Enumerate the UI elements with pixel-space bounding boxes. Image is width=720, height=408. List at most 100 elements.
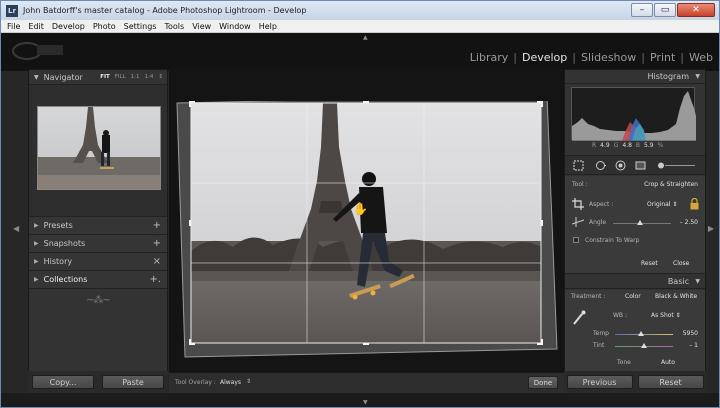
snapshots-label: Snapshots bbox=[43, 239, 86, 248]
expand-triangle-icon: ▶ bbox=[34, 240, 39, 247]
graduated-filter-icon[interactable] bbox=[635, 160, 646, 171]
window-title: John Batdorff's master catalog - Adobe P… bbox=[23, 6, 307, 15]
maximize-button[interactable]: ▭ bbox=[654, 3, 676, 17]
module-print[interactable]: Print bbox=[650, 51, 675, 64]
menu-view[interactable]: View bbox=[188, 22, 215, 31]
expand-triangle-icon: ▶ bbox=[34, 276, 39, 283]
aspect-lock-icon[interactable] bbox=[690, 198, 699, 210]
tint-slider-knob[interactable] bbox=[641, 343, 647, 348]
zoom-caret-icon[interactable]: ⇕ bbox=[158, 74, 163, 80]
history-section[interactable]: ▶ History × bbox=[29, 253, 167, 271]
readout-g-label: G bbox=[613, 142, 619, 149]
crop-reset-button[interactable]: Reset bbox=[641, 260, 658, 267]
menu-edit[interactable]: Edit bbox=[24, 22, 48, 31]
window-controls: – ▭ ✕ bbox=[631, 3, 715, 17]
expand-triangle-icon: ▶ bbox=[34, 258, 39, 265]
module-web[interactable]: Web bbox=[689, 51, 713, 64]
straighten-level-icon[interactable] bbox=[572, 217, 584, 227]
navigator-header[interactable]: ▼ Navigator FIT FILL 1:1 1:4 ⇕ bbox=[29, 70, 167, 85]
add-snapshot-icon[interactable]: + bbox=[153, 238, 161, 249]
crop-photo-view[interactable]: ✋ bbox=[173, 101, 559, 361]
angle-slider-knob[interactable] bbox=[636, 220, 643, 225]
collections-section[interactable]: ▶ Collections +. bbox=[29, 271, 167, 289]
histogram-graph bbox=[572, 91, 696, 142]
temp-slider-knob[interactable] bbox=[638, 331, 645, 336]
bottom-panel-toggle-icon[interactable]: ▼ bbox=[363, 399, 368, 406]
white-balance-eyedropper-icon[interactable] bbox=[572, 310, 586, 326]
module-separator: | bbox=[572, 51, 576, 64]
top-panel-toggle-icon[interactable]: ▲ bbox=[363, 34, 368, 41]
application-window: Lr John Batdorff's master catalog - Adob… bbox=[0, 0, 720, 408]
identity-logo-icon bbox=[12, 42, 63, 60]
menu-help[interactable]: Help bbox=[255, 22, 281, 31]
zoom-1-4[interactable]: 1:4 bbox=[145, 74, 154, 80]
collapse-triangle-icon: ▼ bbox=[695, 278, 700, 285]
reset-button[interactable]: Reset bbox=[637, 375, 704, 389]
collections-label: Collections bbox=[43, 275, 88, 284]
wb-select[interactable]: As Shot ⇕ bbox=[651, 312, 681, 319]
basic-header[interactable]: Basic ▼ bbox=[565, 275, 705, 289]
menu-settings[interactable]: Settings bbox=[120, 22, 161, 31]
svg-text:✋: ✋ bbox=[353, 202, 368, 216]
histogram-title: Histogram bbox=[647, 72, 690, 81]
navigator-title: Navigator bbox=[43, 72, 83, 82]
module-library[interactable]: Library bbox=[470, 51, 508, 64]
menu-photo[interactable]: Photo bbox=[89, 22, 120, 31]
dropdown-caret-icon[interactable]: ⇕ bbox=[246, 378, 251, 385]
treatment-label: Treatment : bbox=[571, 293, 606, 300]
menu-tools[interactable]: Tools bbox=[160, 22, 188, 31]
add-collection-icon[interactable]: +. bbox=[149, 274, 161, 285]
adjustment-brush-icon[interactable] bbox=[657, 160, 697, 171]
histogram-chart[interactable] bbox=[571, 87, 696, 142]
crop-close-button[interactable]: Close bbox=[673, 260, 689, 267]
close-window-button[interactable]: ✕ bbox=[677, 3, 715, 17]
paste-settings-button[interactable]: Paste bbox=[102, 375, 164, 389]
panel-end-ornament-icon: ~⁂~ bbox=[86, 295, 111, 306]
image-canvas[interactable]: ✋ bbox=[169, 69, 564, 372]
treatment-bw-option[interactable]: Black & White bbox=[655, 293, 697, 300]
zoom-fit[interactable]: FIT bbox=[100, 74, 110, 80]
tint-value[interactable]: – 1 bbox=[689, 342, 698, 349]
histogram-header[interactable]: Histogram ▼ bbox=[565, 70, 705, 84]
left-panel-toggle-icon[interactable]: ◀ bbox=[13, 224, 19, 233]
snapshots-section[interactable]: ▶ Snapshots + bbox=[29, 235, 167, 253]
constrain-to-warp-checkbox[interactable] bbox=[573, 237, 579, 243]
tool-overlay-select[interactable]: Always bbox=[220, 379, 241, 386]
minimize-button[interactable]: – bbox=[631, 3, 653, 17]
add-preset-icon[interactable]: + bbox=[153, 220, 161, 231]
previous-button[interactable]: Previous bbox=[566, 375, 633, 389]
constrain-to-warp-label: Constrain To Warp bbox=[585, 237, 640, 244]
menu-window[interactable]: Window bbox=[215, 22, 255, 31]
done-button[interactable]: Done bbox=[528, 376, 558, 389]
crop-frame-icon[interactable] bbox=[572, 198, 584, 210]
angle-value[interactable]: – 2.50 bbox=[680, 219, 698, 226]
menu-file[interactable]: File bbox=[1, 22, 24, 31]
navigator-zoom-options: FIT FILL 1:1 1:4 ⇕ bbox=[100, 74, 163, 80]
temp-value[interactable]: 5950 bbox=[683, 330, 698, 337]
presets-label: Presets bbox=[43, 221, 73, 230]
clear-history-icon[interactable]: × bbox=[153, 256, 161, 267]
menu-bar: File Edit Develop Photo Settings Tools V… bbox=[1, 20, 719, 33]
basic-title: Basic bbox=[667, 277, 689, 286]
navigator-thumbnail[interactable] bbox=[37, 106, 161, 190]
collapse-triangle-icon: ▼ bbox=[695, 73, 700, 80]
module-separator: | bbox=[513, 51, 517, 64]
right-panel-buttons: Previous Reset bbox=[564, 371, 706, 393]
tone-auto-button[interactable]: Auto bbox=[661, 359, 675, 366]
copy-settings-button[interactable]: Copy... bbox=[32, 375, 94, 389]
spot-removal-icon[interactable] bbox=[595, 160, 606, 171]
right-panel: Histogram ▼ R 4.9 G 4.8 B 5.9 % Tool: C… bbox=[564, 69, 706, 372]
module-slideshow[interactable]: Slideshow bbox=[581, 51, 636, 64]
aspect-select[interactable]: Original ⇕ bbox=[647, 201, 677, 208]
module-develop[interactable]: Develop bbox=[522, 51, 567, 64]
presets-section[interactable]: ▶ Presets + bbox=[29, 217, 167, 235]
menu-develop[interactable]: Develop bbox=[48, 22, 89, 31]
zoom-fill[interactable]: FILL bbox=[115, 74, 126, 80]
readout-r-value: 4.9 bbox=[600, 142, 610, 149]
zoom-1-1[interactable]: 1:1 bbox=[131, 74, 140, 80]
crop-overlay-icon[interactable] bbox=[573, 160, 584, 171]
red-eye-correction-icon[interactable] bbox=[615, 160, 626, 171]
right-panel-toggle-icon[interactable]: ▶ bbox=[708, 224, 714, 233]
treatment-color-option[interactable]: Color bbox=[625, 293, 641, 300]
tool-label: Tool : bbox=[572, 181, 588, 188]
